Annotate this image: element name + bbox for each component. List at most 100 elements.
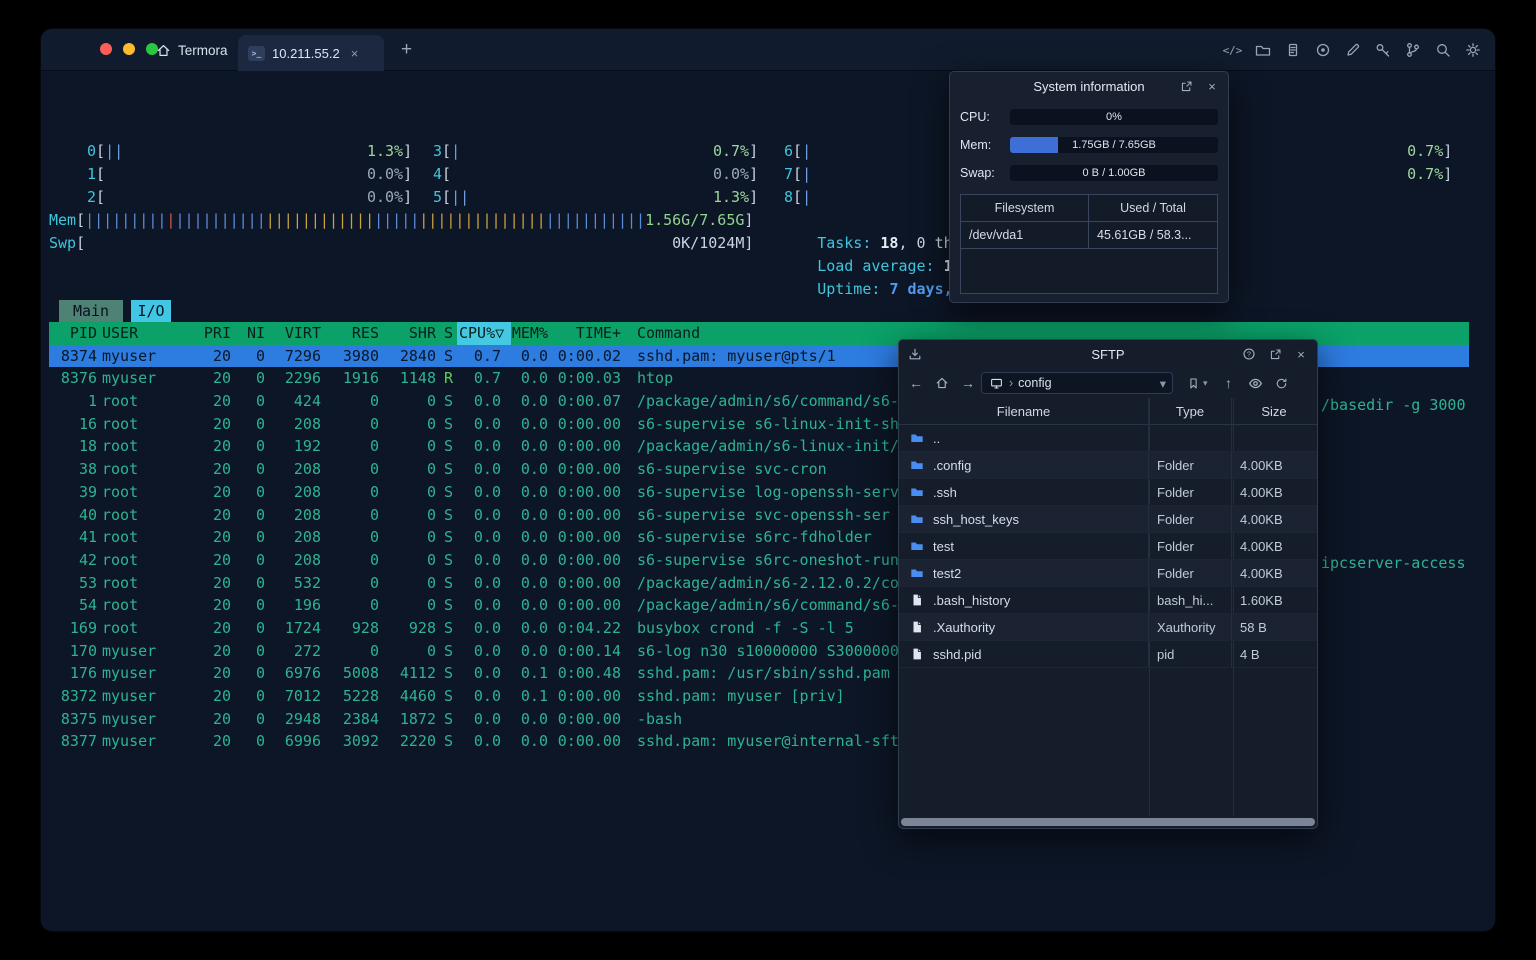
column-header-virt[interactable]: VIRT: [265, 322, 321, 345]
file-name: .config: [933, 457, 972, 473]
folder-icon: [909, 430, 925, 446]
forward-icon[interactable]: →: [955, 375, 981, 391]
file-size: 4.00KB: [1240, 538, 1283, 554]
filesystem-table-header: Filesystem Used / Total: [961, 195, 1217, 222]
clipboard-icon[interactable]: [1284, 42, 1301, 59]
htop-tab-main[interactable]: Main: [59, 300, 123, 323]
cpu-meter-0: 0[|| 1.3%]: [87, 142, 413, 160]
file-size: 4.00KB: [1240, 457, 1283, 473]
folder-icon: [909, 538, 925, 554]
open-in-window-icon[interactable]: [1267, 346, 1283, 362]
cpu-meter-2: 2[ 0.0%]: [87, 188, 413, 206]
sftp-panel: SFTP ? × ← → › config ▾ ▾ ↑ Filename Typ…: [898, 339, 1318, 829]
system-information-panel: System information × CPU: 0% Mem: 1.75GB…: [949, 71, 1229, 303]
folder-icon: [909, 484, 925, 500]
column-header-mem[interactable]: MEM%: [511, 322, 548, 345]
cpu-meter-5: 5[|| 1.3%]: [433, 188, 759, 206]
column-header-s[interactable]: S: [436, 322, 457, 345]
record-icon[interactable]: [1314, 42, 1331, 59]
back-icon[interactable]: ←: [903, 375, 929, 391]
path-breadcrumb[interactable]: › config ▾: [981, 372, 1173, 394]
panel-title-bar: System information ×: [950, 72, 1228, 100]
bookmark-icon[interactable]: [1183, 375, 1203, 391]
key-icon[interactable]: [1374, 42, 1391, 59]
close-icon[interactable]: ×: [1204, 78, 1220, 94]
minimize-window-button[interactable]: [123, 43, 135, 55]
folder-icon[interactable]: [1254, 42, 1271, 59]
file-type: bash_hi...: [1149, 587, 1232, 613]
file-row[interactable]: .config Folder 4.00KB: [899, 452, 1317, 479]
tab-label: 10.211.55.2: [272, 45, 340, 61]
app-window: Termora >_ 10.211.55.2 × + </> Tasks: 18…: [40, 28, 1496, 932]
column-header-time[interactable]: TIME+: [548, 322, 621, 345]
file-row[interactable]: test Folder 4.00KB: [899, 533, 1317, 560]
cpu-meter-3: 3[| 0.7%]: [433, 142, 759, 160]
file-row[interactable]: .ssh Folder 4.00KB: [899, 479, 1317, 506]
file-row[interactable]: .Xauthority Xauthority 58 B: [899, 614, 1317, 641]
code-icon[interactable]: </>: [1223, 42, 1243, 59]
panel-title: System information: [1033, 78, 1145, 94]
file-size: 1.60KB: [1240, 592, 1283, 608]
help-icon[interactable]: ?: [1241, 346, 1257, 362]
filesystem-row[interactable]: /dev/vda1 45.61GB / 58.3...: [961, 222, 1217, 249]
file-type: Folder: [1149, 560, 1232, 586]
file-name: ssh_host_keys: [933, 511, 1019, 527]
chevron-down-icon[interactable]: ▾: [1160, 376, 1166, 391]
column-header-ni[interactable]: NI: [231, 322, 265, 345]
transfers-icon[interactable]: [907, 346, 923, 362]
file-list: .. .config Folder 4.00KB .ssh Folder 4.00KB ssh…: [899, 425, 1317, 668]
file-type: Folder: [1149, 533, 1232, 559]
folder-icon: [909, 511, 925, 527]
column-header-pri[interactable]: PRI: [201, 322, 231, 345]
swap-usage-row: Swap: 0 B / 1.00GB: [960, 165, 1218, 181]
htop-tab-io[interactable]: I/O: [131, 300, 171, 323]
column-header-res[interactable]: RES: [321, 322, 379, 345]
parent-directory-icon[interactable]: ↑: [1216, 375, 1242, 391]
tab-ssh-session[interactable]: >_ 10.211.55.2 ×: [238, 35, 384, 71]
column-header-cpu[interactable]: CPU%▽: [457, 322, 511, 345]
column-header-user[interactable]: USER: [97, 322, 201, 345]
file-row[interactable]: test2 Folder 4.00KB: [899, 560, 1317, 587]
cpu-progress-bar: 0%: [1010, 109, 1218, 125]
file-size: 4.00KB: [1240, 565, 1283, 581]
home-icon[interactable]: [929, 375, 955, 391]
command-overflow-fragment: /basedir -g 3000: [1321, 395, 1466, 414]
file-type: Folder: [1149, 479, 1232, 505]
file-name: test2: [933, 565, 962, 581]
file-row[interactable]: .bash_history bash_hi... 1.60KB: [899, 587, 1317, 614]
mem-usage-row: Mem: 1.75GB / 7.65GB: [960, 137, 1218, 153]
settings-icon[interactable]: [1464, 42, 1481, 59]
tab-bar: Termora >_ 10.211.55.2 × + </>: [41, 29, 1495, 71]
terminal-icon: >_: [248, 45, 265, 61]
cpu-meter-4: 4[ 0.0%]: [433, 165, 759, 183]
tab-termora-home[interactable]: Termora: [141, 29, 242, 71]
open-in-window-icon[interactable]: [1178, 78, 1194, 94]
mem-progress-bar: 1.75GB / 7.65GB: [1010, 137, 1218, 153]
close-icon[interactable]: ×: [1293, 346, 1309, 362]
file-row[interactable]: ..: [899, 425, 1317, 452]
file-row[interactable]: sshd.pid pid 4 B: [899, 641, 1317, 668]
file-table-header[interactable]: Filename Type Size: [899, 398, 1317, 425]
column-header-pid[interactable]: PID: [49, 322, 97, 345]
current-directory[interactable]: config: [1018, 376, 1051, 390]
file-name: test: [933, 538, 954, 554]
memory-meter: Mem[||||||||||||||||||||||||||||||||||||…: [49, 211, 754, 229]
close-window-button[interactable]: [100, 43, 112, 55]
horizontal-scrollbar[interactable]: [901, 818, 1315, 826]
file-size: 58 B: [1240, 619, 1267, 635]
search-icon[interactable]: [1434, 42, 1451, 59]
file-type: Folder: [1149, 452, 1232, 478]
new-tab-button[interactable]: +: [393, 29, 420, 71]
close-tab-icon[interactable]: ×: [351, 46, 359, 61]
pencil-icon[interactable]: [1344, 42, 1361, 59]
file-row[interactable]: ssh_host_keys Folder 4.00KB: [899, 506, 1317, 533]
swap-meter: Swp[ 0K/1024M]: [49, 234, 754, 252]
file-type: [1149, 425, 1232, 451]
refresh-icon[interactable]: [1270, 375, 1294, 391]
column-header-shr[interactable]: SHR: [379, 322, 436, 345]
cpu-meter-1: 1[ 0.0%]: [87, 165, 413, 183]
file-name: ..: [933, 430, 941, 446]
bookmark-chevron-icon[interactable]: ▾: [1203, 378, 1208, 389]
branch-icon[interactable]: [1404, 42, 1421, 59]
show-hidden-icon[interactable]: [1244, 375, 1268, 391]
